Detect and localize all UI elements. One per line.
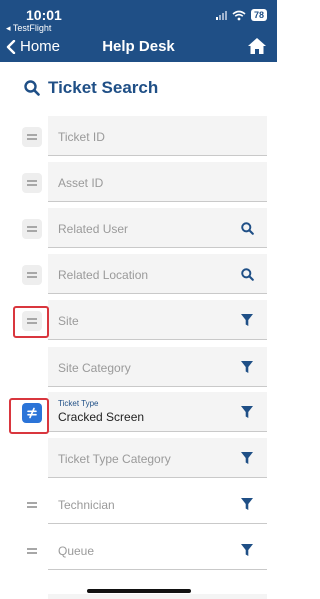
field-label: Related Location (58, 268, 149, 282)
field-label: Asset ID (58, 176, 104, 190)
not-equal-icon (27, 407, 37, 419)
back-label: Home (20, 38, 61, 55)
wifi-icon (232, 10, 246, 20)
nav-title: Help Desk (102, 38, 175, 55)
related-location-field[interactable]: Related Location (48, 254, 267, 294)
home-indicator[interactable] (87, 589, 191, 593)
ticket-type-category-row: Ticket Type Category (0, 436, 277, 480)
ticket-id-field[interactable]: Ticket ID (48, 116, 267, 156)
site-row: Site (0, 298, 277, 342)
ticket-type-row: Ticket Type Cracked Screen (0, 390, 277, 434)
related-user-field[interactable]: Related User (48, 208, 267, 248)
not-equals-operator-button[interactable] (22, 403, 42, 423)
related-location-row: Related Location (0, 252, 277, 296)
site-field[interactable]: Site (48, 300, 267, 340)
queue-row: Queue (0, 528, 277, 572)
signal-icon (215, 10, 227, 20)
site-category-row: Site Category (0, 345, 277, 389)
field-label: Site (58, 314, 79, 328)
status-time: 10:01 (26, 7, 62, 23)
next-row-peek (48, 594, 267, 599)
field-label: Site Category (58, 361, 131, 375)
filter-icon[interactable] (239, 542, 255, 558)
page-title: Ticket Search (24, 78, 158, 98)
equals-operator-button[interactable] (22, 495, 42, 515)
testflight-back-link[interactable]: ◂ TestFlight (6, 23, 51, 34)
status-icons: 78 (215, 9, 267, 21)
field-label: Related User (58, 222, 129, 236)
field-label: Ticket Type (58, 399, 99, 408)
home-icon[interactable] (247, 37, 267, 55)
search-icon (24, 80, 40, 96)
equals-operator-button[interactable] (22, 265, 42, 285)
asset-id-row: Asset ID (0, 160, 277, 204)
app-header: 10:01 ◂ TestFlight 78 Home Help Desk (0, 0, 277, 62)
filter-icon[interactable] (239, 450, 255, 466)
page-title-text: Ticket Search (48, 78, 159, 97)
field-label: Ticket ID (58, 130, 105, 144)
equals-operator-button[interactable] (22, 541, 42, 561)
chevron-left-icon (6, 39, 16, 54)
technician-field[interactable]: Technician (48, 484, 267, 524)
equals-operator-button[interactable] (22, 127, 42, 147)
filter-icon[interactable] (239, 496, 255, 512)
ticket-type-field[interactable]: Ticket Type Cracked Screen (48, 392, 267, 432)
ticket-id-row: Ticket ID (0, 114, 277, 158)
battery-icon: 78 (250, 9, 267, 21)
field-label: Queue (58, 544, 95, 558)
equals-operator-button[interactable] (22, 311, 42, 331)
filter-icon[interactable] (239, 312, 255, 328)
filter-icon[interactable] (239, 359, 255, 375)
technician-row: Technician (0, 482, 277, 526)
field-label: Technician (58, 498, 115, 512)
ticket-type-category-field[interactable]: Ticket Type Category (48, 438, 267, 478)
field-value: Cracked Screen (58, 410, 145, 424)
site-category-field[interactable]: Site Category (48, 347, 267, 387)
equals-operator-button[interactable] (22, 173, 42, 193)
field-label: Ticket Type Category (58, 452, 171, 466)
search-icon[interactable] (239, 266, 255, 282)
search-icon[interactable] (239, 220, 255, 236)
equals-operator-button[interactable] (22, 219, 42, 239)
queue-field[interactable]: Queue (48, 530, 267, 570)
back-button[interactable]: Home (6, 38, 60, 55)
asset-id-field[interactable]: Asset ID (48, 162, 267, 202)
filter-icon[interactable] (239, 404, 255, 420)
related-user-row: Related User (0, 206, 277, 250)
